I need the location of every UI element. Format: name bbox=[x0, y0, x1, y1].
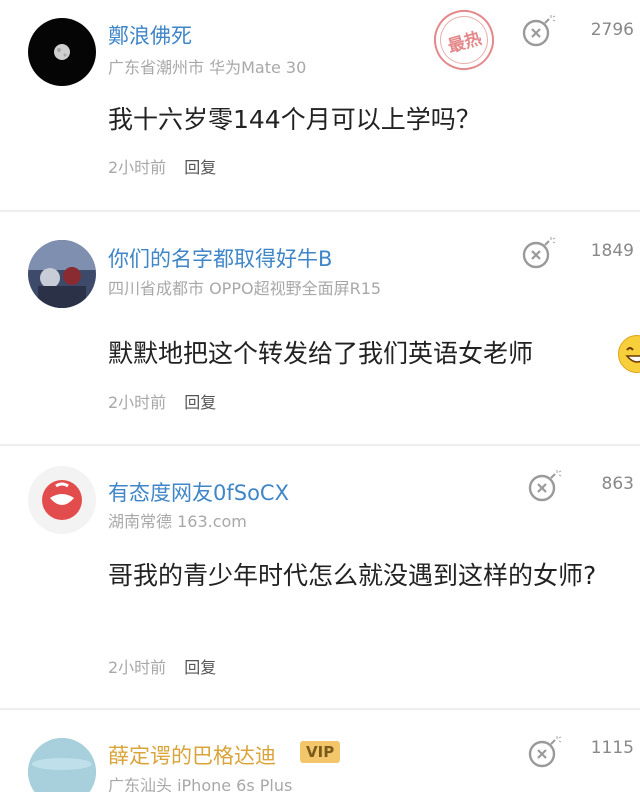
username[interactable]: 薛定谔的巴格达迪 bbox=[108, 740, 276, 770]
avatar[interactable] bbox=[28, 738, 96, 792]
timestamp: 2小时前 bbox=[108, 658, 167, 677]
comment-text: 哥我的青少年时代怎么就没遇到这样的女师? bbox=[108, 561, 597, 590]
comment-text: 默默地把这个转发给了我们英语女老师 bbox=[108, 339, 534, 368]
timestamp: 2小时前 bbox=[108, 158, 167, 177]
vip-badge: VIP bbox=[300, 741, 341, 763]
planet-avatar-image bbox=[28, 738, 96, 792]
location-device: 四川省成都市 OPPO超视野全面屏R15 bbox=[108, 279, 382, 298]
username[interactable]: 你们的名字都取得好牛B bbox=[108, 243, 332, 273]
avatar[interactable] bbox=[28, 18, 96, 86]
reply-button[interactable]: 回复 bbox=[184, 658, 216, 677]
bomb-like-icon[interactable] bbox=[526, 734, 562, 768]
username[interactable]: 鄭浪佛死 bbox=[108, 20, 192, 50]
hot-stamp-badge: 最热 bbox=[426, 2, 502, 78]
comment-footer: 2小时前 回复 bbox=[108, 654, 216, 678]
bomb-like-icon[interactable] bbox=[526, 468, 562, 502]
comment-item: 有态度网友0fSoCX 湖南常德 163.com 863 哥我的青少年时代怎么就… bbox=[0, 446, 640, 708]
bomb-like-icon[interactable] bbox=[520, 13, 556, 47]
like-count: 2796 bbox=[590, 20, 634, 40]
comment-item: 鄭浪佛死 广东省潮州市 华为Mate 30 最热 2796 我十六岁零144个月… bbox=[0, 0, 640, 210]
location-device: 广东省潮州市 华为Mate 30 bbox=[108, 58, 307, 77]
avatar[interactable] bbox=[28, 240, 96, 308]
username[interactable]: 有态度网友0fSoCX bbox=[108, 477, 289, 507]
reply-button[interactable]: 回复 bbox=[184, 158, 216, 177]
comment-footer: 2小时前 回复 bbox=[108, 154, 216, 178]
bomb-like-icon[interactable] bbox=[520, 235, 556, 269]
comment-text: 我十六岁零144个月可以上学吗？ bbox=[108, 105, 481, 134]
like-count: 1849 bbox=[590, 241, 634, 261]
like-count: 1115 bbox=[590, 738, 634, 758]
reply-button[interactable]: 回复 bbox=[184, 393, 216, 412]
location-device: 湖南常德 163.com bbox=[108, 512, 247, 531]
avatar[interactable] bbox=[28, 466, 96, 534]
timestamp: 2小时前 bbox=[108, 393, 167, 412]
moon-avatar-image bbox=[54, 44, 70, 60]
photo-avatar-image bbox=[28, 240, 96, 308]
like-count: 863 bbox=[601, 474, 634, 494]
comment-footer: 2小时前 回复 bbox=[108, 389, 216, 413]
netease-logo-avatar bbox=[42, 480, 82, 520]
comment-item: 薛定谔的巴格达迪 VIP 广东汕头 iPhone 6s Plus 1115 bbox=[0, 710, 640, 792]
location-device: 广东汕头 iPhone 6s Plus bbox=[108, 776, 293, 792]
comment-item: 你们的名字都取得好牛B 四川省成都市 OPPO超视野全面屏R15 1849 默默… bbox=[0, 212, 640, 444]
